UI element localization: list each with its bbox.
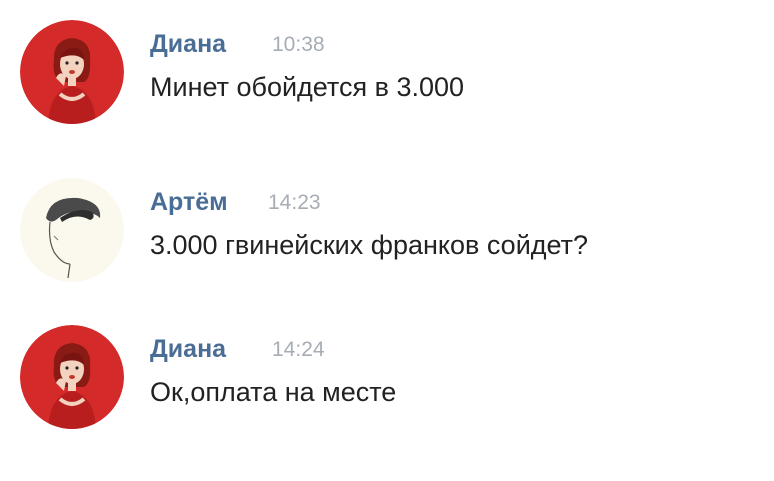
chat-history: Диана 10:38 Минет обойдется в 3.000 Артё… (0, 0, 774, 481)
woman-red-dress-avatar-icon (20, 20, 124, 124)
message-item: Диана 10:38 Минет обойдется в 3.000 (0, 10, 774, 140)
message-text: Ок,оплата на месте (150, 377, 397, 407)
message-text: 3.000 гвинейских франков сойдет? (150, 230, 589, 260)
message-item: Диана 14:24 Ок,оплата на месте (0, 315, 774, 445)
message-author[interactable]: Артём (150, 188, 228, 217)
message-item: Артём 14:23 3.000 гвинейских франков сой… (0, 168, 774, 298)
message-text: Минет обойдется в 3.000 (150, 72, 465, 102)
message-time: 10:38 (272, 33, 325, 56)
avatar[interactable] (20, 178, 124, 282)
avatar[interactable] (20, 325, 124, 429)
message-time: 14:23 (268, 191, 321, 214)
message-author[interactable]: Диана (150, 30, 226, 59)
message-time: 14:24 (272, 338, 325, 361)
avatar[interactable] (20, 20, 124, 124)
man-sketch-avatar-icon (20, 178, 124, 282)
message-author[interactable]: Диана (150, 335, 226, 364)
woman-red-dress-avatar-icon (20, 325, 124, 429)
